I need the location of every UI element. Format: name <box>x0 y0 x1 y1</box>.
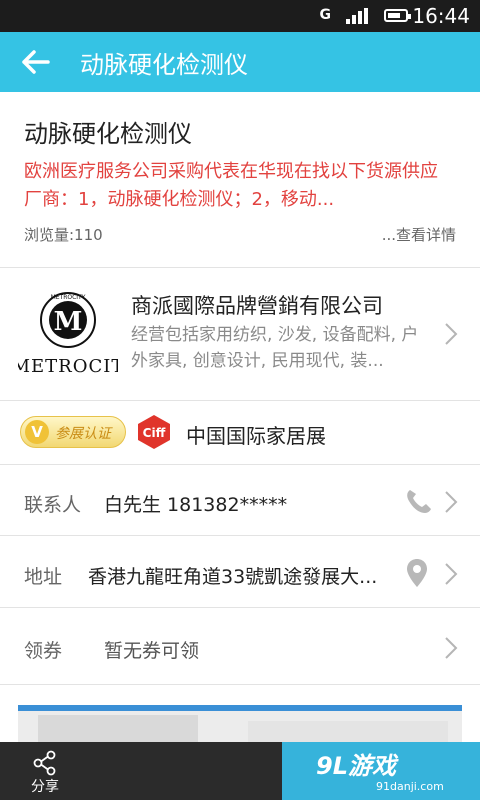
svg-text:METROCITY: METROCITY <box>51 294 86 301</box>
chevron-right-icon[interactable] <box>444 322 458 346</box>
battery-icon <box>384 9 411 22</box>
watermark-logo: 9L游戏 91danji.com <box>316 746 466 796</box>
address-label: 地址 <box>24 566 63 588</box>
address-value: 香港九龍旺角道33號凱途發展大... <box>88 566 378 588</box>
divider <box>0 535 480 536</box>
chevron-right-icon[interactable] <box>444 636 458 660</box>
divider <box>0 607 480 608</box>
phone-icon[interactable] <box>404 486 434 516</box>
share-icon <box>33 750 56 776</box>
view-count: 浏览量:110 <box>24 226 103 244</box>
svg-text:Ciff: Ciff <box>143 426 166 440</box>
promo-banner-image[interactable] <box>18 705 462 747</box>
verified-v-icon: V <box>25 420 49 444</box>
divider <box>0 400 480 401</box>
share-label: 分享 <box>31 779 59 795</box>
coupon-value: 暂无券可领 <box>104 640 200 662</box>
svg-text:M: M <box>54 307 83 337</box>
coupon-label: 领券 <box>24 640 63 662</box>
exhibition-name[interactable]: 中国国际家居展 <box>186 420 326 449</box>
contact-label: 联系人 <box>24 494 82 516</box>
banner-graphic <box>18 707 462 747</box>
signal-icon <box>346 8 368 24</box>
share-button[interactable]: 分享 <box>22 748 68 796</box>
svg-text:METROCIT: METROCIT <box>18 356 118 377</box>
badge-label: 参展认证 <box>55 426 111 442</box>
chevron-right-icon[interactable] <box>444 562 458 586</box>
divider <box>0 267 480 268</box>
watermark-brand: 9L游戏 <box>316 752 396 780</box>
company-name[interactable]: 商派國際品牌營銷有限公司 <box>131 290 383 320</box>
back-arrow-icon[interactable] <box>20 48 52 76</box>
status-time: 16:44 <box>412 4 470 28</box>
ciff-logo: Ciff <box>138 415 170 449</box>
page-title: 动脉硬化检测仪 <box>80 51 248 79</box>
contact-value: 白先生 181382***** <box>104 494 288 516</box>
divider <box>0 464 480 465</box>
view-details-link[interactable]: ...查看详情 <box>382 224 456 245</box>
app-bar: 动脉硬化检测仪 <box>0 32 480 92</box>
company-description: 经营包括家用纺织, 沙发, 设备配料, 户外家具, 创意设计, 民用现代, 装.… <box>131 325 419 371</box>
divider <box>0 684 480 685</box>
company-logo: M METROCITY METROCIT <box>18 292 118 377</box>
news-title: 动脉硬化检测仪 <box>24 120 192 148</box>
news-description: 欧洲医疗服务公司采购代表在华现在找以下货源供应厂商：1，动脉硬化检测仪；2，移动… <box>24 161 438 210</box>
signal-type: G <box>319 7 332 23</box>
status-bar: G 16:44 <box>0 0 480 32</box>
chevron-right-icon[interactable] <box>444 490 458 514</box>
location-pin-icon[interactable] <box>406 558 428 588</box>
watermark-domain: 91danji.com <box>376 780 444 793</box>
exhibitor-verified-badge: V 参展认证 <box>20 416 126 448</box>
